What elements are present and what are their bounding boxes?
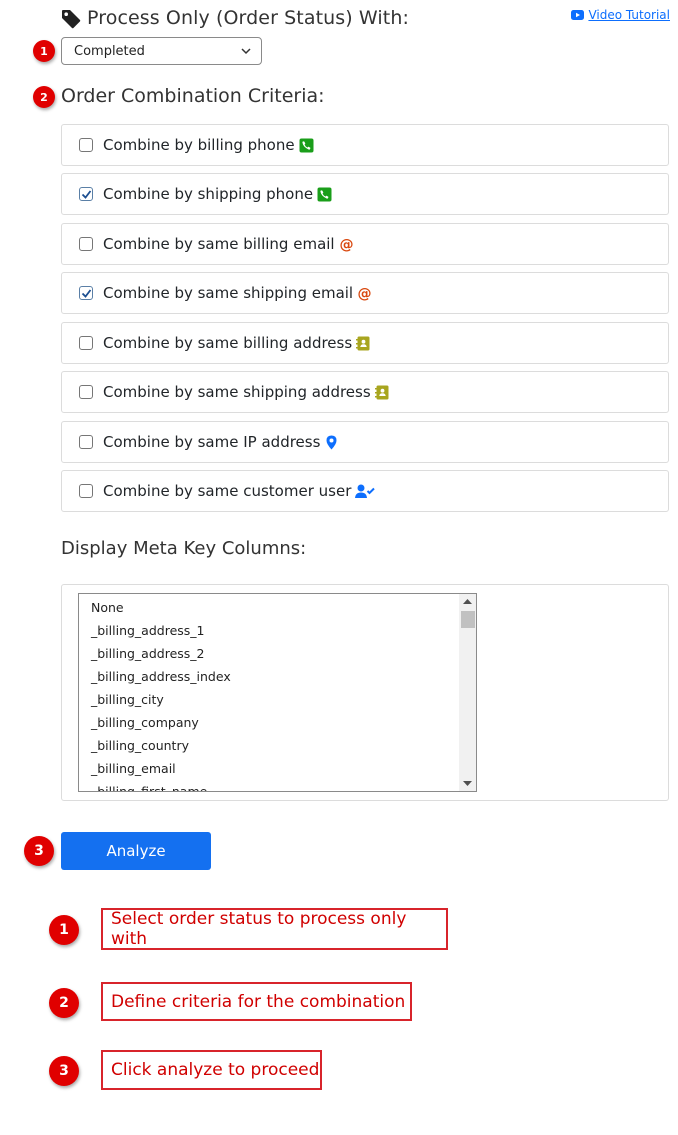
criteria-label: Combine by same billing email (103, 235, 335, 253)
legend-2-badge: 2 (49, 988, 79, 1018)
criteria-row[interactable]: Combine by billing phone (61, 124, 669, 166)
meta-option[interactable]: _billing_city (79, 688, 476, 711)
meta-option[interactable]: None (79, 596, 476, 619)
meta-option[interactable]: _billing_address_1 (79, 619, 476, 642)
criteria-label: Combine by same shipping address (103, 383, 371, 401)
at-icon: @ (339, 237, 354, 253)
video-tutorial-link[interactable]: Video Tutorial (571, 8, 670, 22)
youtube-icon (571, 10, 585, 20)
criteria-label: Combine by billing phone (103, 136, 295, 154)
criteria-label: Combine by shipping phone (103, 185, 314, 203)
criteria-row[interactable]: Combine by same shipping address (61, 371, 669, 413)
checkbox[interactable] (79, 435, 93, 449)
legend-2-box: Define criteria for the combination (101, 982, 412, 1021)
scroll-up-icon[interactable] (459, 594, 476, 608)
criteria-row[interactable]: Combine by same billing email @ (61, 223, 669, 265)
tag-icon (62, 10, 81, 29)
user-check-icon (355, 484, 376, 499)
legend-3-box: Click analyze to proceed (101, 1050, 322, 1090)
meta-option[interactable]: _billing_country (79, 734, 476, 757)
meta-option[interactable]: _billing_first_name (79, 780, 476, 791)
legend-1-text: Select order status to process only with (111, 909, 407, 949)
map-marker-icon (324, 435, 339, 450)
svg-text:@: @ (358, 286, 372, 301)
legend-1-badge: 1 (49, 915, 79, 945)
video-tutorial-label: Video Tutorial (588, 8, 670, 22)
criteria-label: Combine by same billing address (103, 334, 353, 352)
scroll-down-icon[interactable] (459, 777, 476, 791)
step-1-badge: 1 (33, 40, 55, 62)
legend-3-badge: 3 (49, 1056, 79, 1086)
checkbox-checked[interactable] (79, 286, 93, 300)
address-book-icon (374, 385, 390, 400)
criteria-row[interactable]: Combine by shipping phone (61, 173, 669, 215)
legend-1-box: Select order status to process only with (101, 908, 448, 950)
checkbox[interactable] (79, 385, 93, 399)
criteria-row[interactable]: Combine by same shipping email @ (61, 272, 669, 314)
step-3-badge: 3 (24, 836, 54, 866)
svg-text:@: @ (339, 237, 353, 252)
meta-columns-listbox[interactable]: None _billing_address_1 _billing_address_2… (78, 593, 477, 792)
criteria-label: Combine by same shipping email (103, 284, 354, 302)
phone-icon (299, 138, 314, 153)
scrollbar-thumb[interactable] (461, 611, 475, 628)
analyze-button[interactable]: Analyze (61, 832, 211, 870)
order-status-select[interactable]: Completed (61, 37, 262, 65)
legend-2-text: Define criteria for the combination (111, 991, 406, 1012)
criteria-row[interactable]: Combine by same IP address (61, 421, 669, 463)
criteria-label: Combine by same IP address (103, 433, 321, 451)
checkbox[interactable] (79, 138, 93, 152)
meta-option[interactable]: _billing_company (79, 711, 476, 734)
checkbox[interactable] (79, 484, 93, 498)
criteria-row[interactable]: Combine by same customer user (61, 470, 669, 512)
criteria-row[interactable]: Combine by same billing address (61, 322, 669, 364)
checkbox-checked[interactable] (79, 187, 93, 201)
checkbox[interactable] (79, 237, 93, 251)
at-icon: @ (357, 286, 372, 302)
meta-option[interactable]: _billing_email (79, 757, 476, 780)
phone-icon (317, 187, 332, 202)
legend-3-text: Click analyze to proceed (111, 1060, 320, 1080)
criteria-label: Combine by same customer user (103, 482, 352, 500)
order-status-value: Completed (74, 43, 145, 59)
meta-columns-heading: Display Meta Key Columns: (61, 538, 307, 559)
chevron-down-icon (241, 48, 251, 55)
criteria-heading: Order Combination Criteria: (61, 85, 325, 107)
step-2-badge: 2 (33, 86, 55, 108)
meta-option[interactable]: _billing_address_2 (79, 642, 476, 665)
address-book-icon (356, 336, 371, 351)
checkbox[interactable] (79, 336, 93, 350)
order-status-heading: Process Only (Order Status) With: (87, 7, 409, 29)
meta-option[interactable]: _billing_address_index (79, 665, 476, 688)
